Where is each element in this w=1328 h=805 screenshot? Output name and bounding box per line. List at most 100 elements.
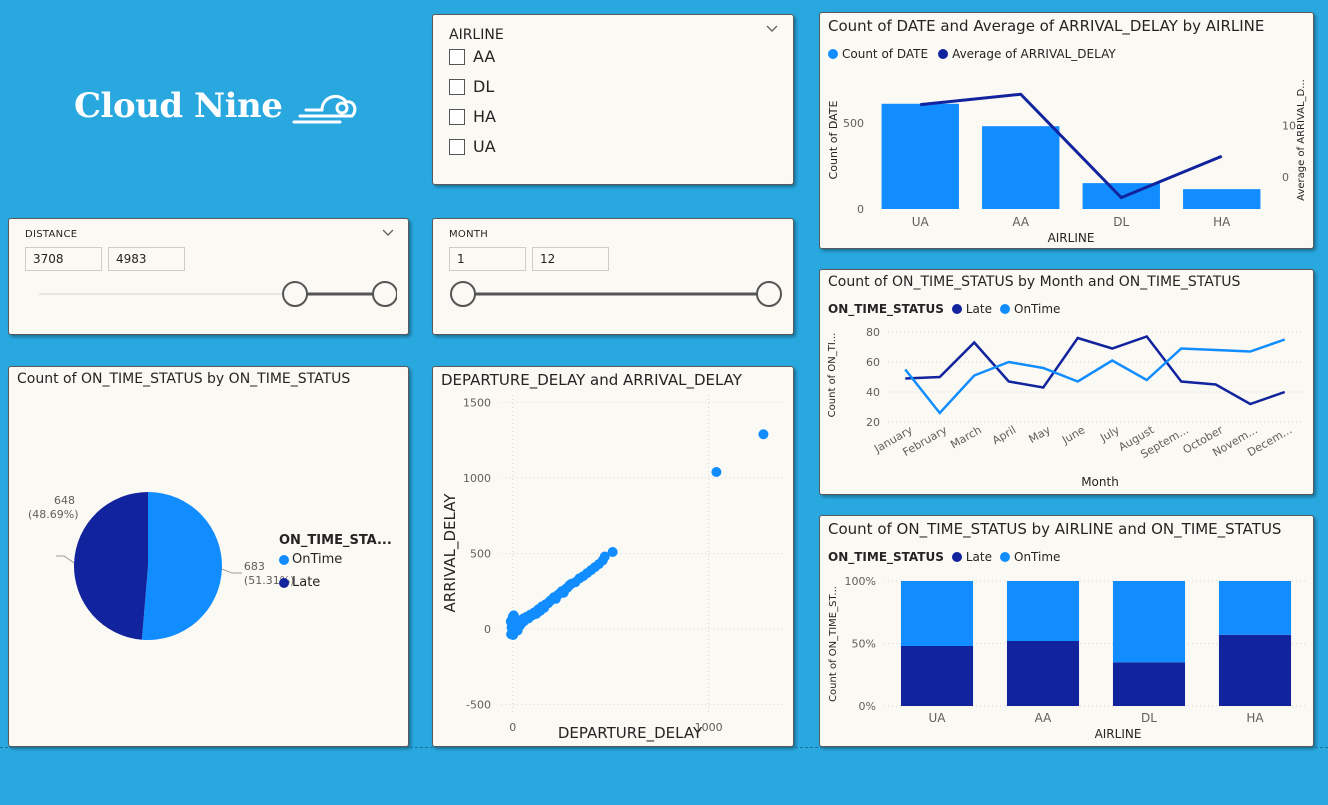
legend-label: OnTime [292,552,343,567]
airline-option-ha[interactable]: HA [449,107,496,126]
logo: Cloud Nine [74,86,358,126]
series-line [904,338,1286,415]
leader-line [56,555,75,564]
y-tick-label: -500 [466,698,491,711]
data-label-pct: (48.69%) [28,508,79,521]
airline-option-ua[interactable]: UA [449,137,496,156]
airline-option-label: AA [473,47,496,66]
scatter-visual[interactable]: DEPARTURE_DELAY and ARRIVAL_DELAY -500 0 5… [432,366,794,747]
month-range-slider[interactable] [449,279,789,309]
airline-option-dl[interactable]: DL [449,77,494,96]
stacked-bar-segment [1006,641,1080,706]
y-tick-label: 20 [866,416,880,429]
airline-option-label: HA [473,107,496,126]
scatter-chart: -5000500100015000 1000DEPARTURE_DELAYARRI… [441,395,783,743]
y-tick-label: 80 [866,326,880,339]
x-tick-label: UA [912,215,930,229]
slider-high-handle [756,281,782,307]
airline-slicer-title: AIRLINE [449,27,504,43]
airline-slicer: AIRLINE AA DL HA UA [432,14,794,185]
chevron-down-icon[interactable] [381,227,395,241]
distance-min-input[interactable]: 3708 [25,247,102,271]
pie-slice [141,492,223,640]
distance-max-input[interactable]: 4983 [108,247,185,271]
x-tick-label: DL [1113,215,1129,229]
scatter-point [758,429,769,440]
chevron-down-icon[interactable] [765,23,779,37]
y-axis-label: ARRIVAL_DELAY [441,493,460,613]
x-tick-label: May [1027,423,1054,446]
distance-slicer-title: DISTANCE [25,229,78,240]
y-tick-label: 1000 [463,472,491,485]
y-axis-label: Count of ON_TIME_ST... [828,586,839,702]
checkbox[interactable] [449,78,465,95]
series-line [920,92,1223,200]
scatter-point [711,466,722,477]
stacked-bar-segment [1112,662,1186,706]
x-tick-label: AA [1012,215,1030,229]
checkbox[interactable] [449,48,465,65]
y-tick-label: 40 [866,386,880,399]
airline-option-aa[interactable]: AA [449,47,495,66]
stacked-bar-visual[interactable]: Count of ON_TIME_STATUS by AIRLINE and O… [819,515,1314,747]
y2-tick-label: 10 [1282,119,1296,132]
stacked-bar-segment [900,581,974,646]
x-tick-label: DL [1141,711,1157,725]
logo-text: Cloud Nine [74,86,283,126]
legend-item: OnTime [279,552,392,567]
stacked-bar-segment [900,646,974,706]
x-tick-label: AA [1035,711,1053,725]
y-axis-label: Count of DATE [827,101,840,180]
bar [1183,189,1261,209]
slider-high-handle [372,281,397,307]
y-tick-label: 0% [859,700,876,713]
month-slicer-title: MONTH [449,229,489,240]
x-tick-label: 0 [509,721,516,734]
y-tick-label: 0 [484,623,491,636]
month-max-input[interactable]: 12 [532,247,609,271]
distance-slicer: DISTANCE 3708 4983 [8,218,409,335]
x-axis-label: AIRLINE [1048,231,1095,245]
x-tick-label: April [990,423,1018,447]
x-axis-label: Month [1081,475,1119,489]
month-min-input[interactable]: 1 [449,247,526,271]
pie-visual[interactable]: Count of ON_TIME_STATUS by ON_TIME_STATU… [8,366,409,747]
bar [881,103,959,209]
legend-swatch [279,554,289,565]
combo-chart-visual[interactable]: Count of DATE and Average of ARRIVAL_DEL… [819,12,1314,249]
data-label: 648 [54,494,75,507]
cloud-icon [292,94,357,124]
leader-line [221,568,242,574]
legend-item: Late [279,575,392,590]
pie-slice [74,492,148,640]
y2-tick-label: 0 [1282,171,1289,184]
checkbox[interactable] [449,138,465,155]
checkbox[interactable] [449,108,465,125]
distance-range-slider[interactable] [25,279,397,309]
y-tick-label: 100% [845,575,876,588]
slider-low-handle [450,281,476,307]
legend-title: ON_TIME_STA... [279,533,392,548]
x-tick-label: HA [1213,215,1231,229]
y-tick-label: 60 [866,356,880,369]
x-tick-label: HA [1246,711,1264,725]
stacked-bar-segment [1006,581,1080,641]
y-tick-label: 50% [852,638,876,651]
pie-legend: ON_TIME_STA... OnTime Late [279,533,392,590]
stacked-bar-segment [1218,634,1292,706]
y-tick-label: 1500 [463,397,491,410]
data-label: 683 [244,560,265,573]
stacked-bar-chart: 0% 50% 100% UA AA DL HA AIRLINE Count of ON_TIME… [828,575,1308,741]
bar [982,126,1060,209]
y-tick-label: 500 [470,548,491,561]
y2-axis-label: Average of ARRIVAL_D... [1296,79,1307,201]
month-line-visual[interactable]: Count of ON_TIME_STATUS by Month and ON_… [819,269,1314,495]
scatter-point [607,546,618,557]
x-tick-label: March [948,423,984,451]
scatter-point [506,622,517,633]
combo-chart: 0 500 0 10 UA AA DL HA AIRLINE Count of DATE Avera… [827,79,1307,245]
y-axis-label: Count of ON_TI... [827,333,838,418]
y-tick-label: 500 [843,117,864,130]
month-line-chart: 20406080JanuaryFebruaryMarch April May June… [827,326,1302,489]
stacked-bar-segment [1112,581,1186,663]
